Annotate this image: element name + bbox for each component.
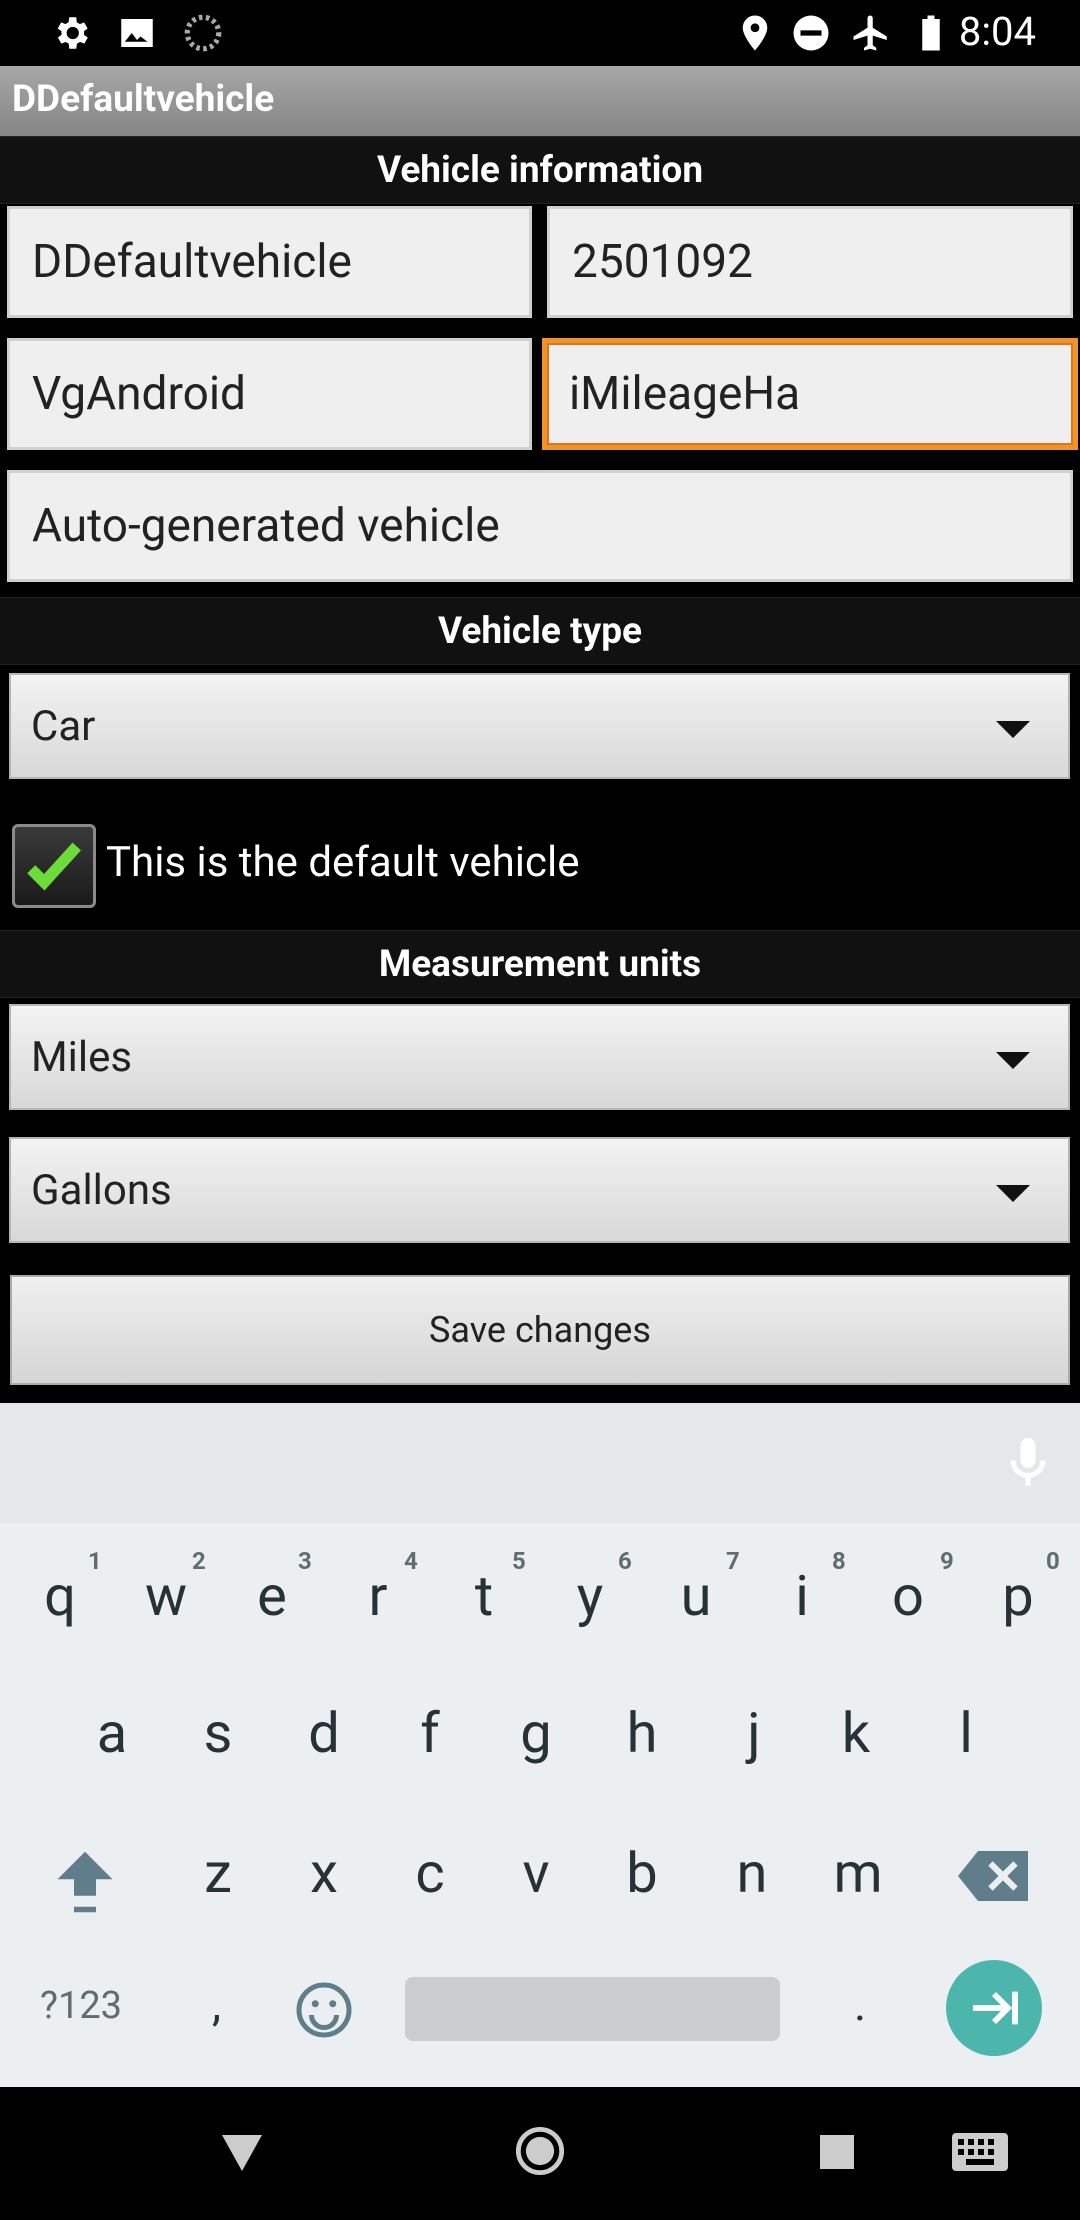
key-m[interactable]: m [818,1840,898,1906]
key-i[interactable]: i [762,1563,842,1629]
key-h[interactable]: h [602,1700,682,1766]
key-x[interactable]: x [284,1840,364,1906]
key-hint: 9 [940,1547,954,1575]
key-o[interactable]: o [868,1563,948,1629]
key-hint: 0 [1046,1547,1060,1575]
vehicle-model-text: iMileageHa [569,367,801,421]
vehicle-name-field[interactable]: DDefaultvehicle [7,206,532,318]
image-icon [121,19,153,47]
key-hint: 4 [404,1547,418,1575]
title-bar: DDefaultvehicle [0,66,1080,136]
distance-unit-value: Miles [31,1032,133,1082]
keyboard-switch-icon[interactable] [952,2133,1008,2171]
dropdown-arrow-icon [996,1185,1030,1202]
vehicle-description-field[interactable]: Auto-generated vehicle [7,470,1073,582]
key-hint: 1 [88,1547,102,1575]
battery-icon [922,15,940,51]
vehicle-make-field[interactable]: VgAndroid [7,338,532,450]
save-button[interactable]: Save changes [10,1275,1070,1385]
key-d[interactable]: d [284,1700,364,1766]
key-z[interactable]: z [178,1840,258,1906]
emoji-icon[interactable] [294,1980,354,2040]
comma-key[interactable]: , [212,1978,221,2032]
location-icon [742,15,768,51]
measurement-units-header: Measurement units [0,930,1080,998]
clock: 8:04 [958,8,1036,55]
recents-icon[interactable] [820,2135,854,2169]
key-j[interactable]: j [714,1700,794,1766]
key-hint: 8 [832,1547,846,1575]
key-u[interactable]: u [656,1563,736,1629]
navigation-bar [0,2087,1080,2220]
key-hint: 6 [618,1547,632,1575]
default-vehicle-checkbox[interactable] [12,824,96,908]
key-b[interactable]: b [602,1840,682,1906]
status-bar: 8:04 [0,0,1080,66]
key-f[interactable]: f [390,1700,470,1766]
key-n[interactable]: n [712,1840,792,1906]
space-bar[interactable] [405,1977,780,2041]
default-vehicle-row[interactable]: This is the default vehicle [0,818,1080,914]
microphone-icon[interactable] [998,1433,1058,1493]
vehicle-model-field[interactable]: iMileageHa [542,338,1078,450]
key-hint: 5 [512,1547,526,1575]
gear-icon [57,17,88,49]
key-l[interactable]: l [926,1700,1006,1766]
home-icon[interactable] [514,2125,566,2177]
key-s[interactable]: s [178,1700,258,1766]
do-not-disturb-icon [793,15,829,51]
key-g[interactable]: g [496,1700,576,1766]
backspace-icon[interactable] [958,1850,1028,1902]
period-key[interactable]: . [854,1978,866,2032]
key-hint: 2 [192,1547,206,1575]
symbols-key[interactable]: ?123 [40,1984,122,2028]
key-a[interactable]: a [72,1700,152,1766]
keyboard-suggestion-strip [0,1403,1080,1523]
key-k[interactable]: k [816,1700,896,1766]
distance-unit-dropdown[interactable]: Miles [9,1004,1070,1110]
key-c[interactable]: c [390,1840,470,1906]
vehicle-information-header: Vehicle information [0,136,1080,204]
vehicle-type-header: Vehicle type [0,597,1080,665]
checkmark-icon [27,842,81,891]
dropdown-arrow-icon [996,1052,1030,1069]
key-v[interactable]: v [496,1840,576,1906]
key-hint: 3 [298,1547,312,1575]
shift-icon[interactable] [52,1846,118,1918]
vehicle-number-field[interactable]: 2501092 [547,206,1073,318]
airplane-mode-icon [853,15,887,51]
next-arrow-icon [973,1991,1018,2025]
vehicle-type-value: Car [31,701,96,751]
sync-spinner-icon [184,14,222,52]
key-hint: 7 [726,1547,740,1575]
page-title: DDefaultvehicle [12,78,275,121]
dropdown-arrow-icon [996,721,1030,738]
volume-unit-value: Gallons [31,1165,172,1215]
enter-key[interactable] [946,1960,1042,2056]
back-icon[interactable] [222,2135,262,2171]
vehicle-type-dropdown[interactable]: Car [9,673,1070,779]
default-vehicle-label: This is the default vehicle [106,838,580,887]
volume-unit-dropdown[interactable]: Gallons [9,1137,1070,1243]
